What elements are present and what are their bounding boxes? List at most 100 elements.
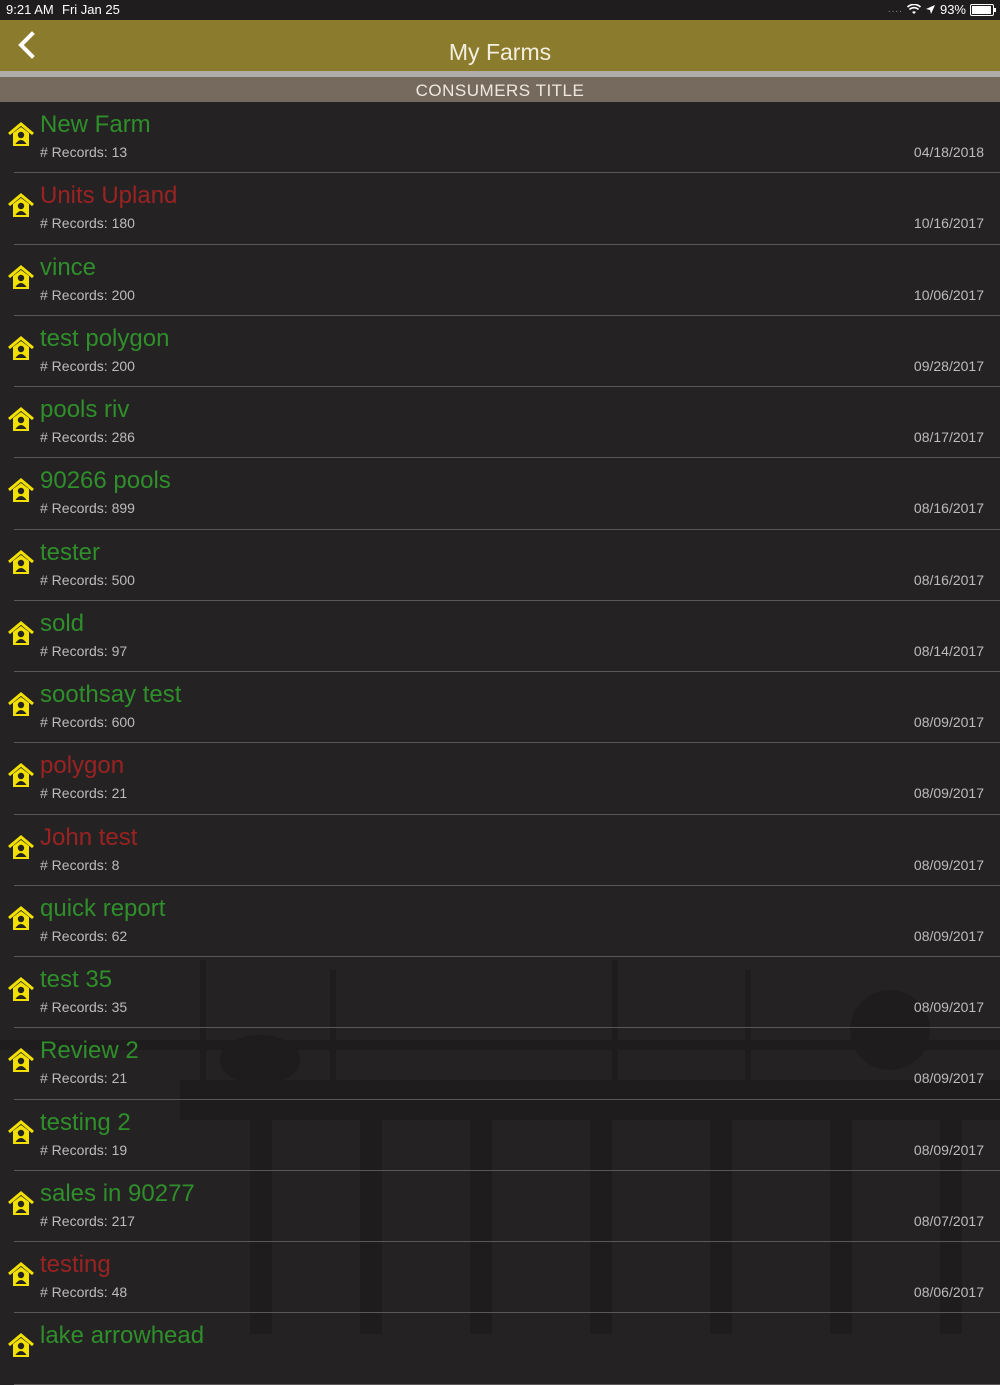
farm-name: sold: [40, 609, 85, 637]
farm-date: 08/16/2017: [913, 571, 984, 588]
farm-record-count: # Records: 200: [40, 286, 135, 303]
home-person-icon: [8, 478, 34, 503]
farm-record-count: # Records: 13: [40, 144, 128, 160]
farm-date: 08/09/2017: [913, 714, 984, 730]
status-time: 9:21 AM: [6, 2, 54, 17]
farm-date: 08/09/2017: [913, 785, 984, 802]
farm-record-count: # Records: 180: [40, 215, 135, 232]
farm-name: testing: [40, 1251, 111, 1278]
section-header: CONSUMERS TITLE: [0, 77, 1000, 102]
farm-date: 08/09/2017: [913, 1070, 984, 1087]
farm-record-count: # Records: 200: [40, 357, 135, 374]
home-person-icon: [8, 1333, 34, 1358]
home-person-icon: [8, 1119, 34, 1144]
farm-record-count: # Records: 8: [40, 856, 120, 873]
farm-name: soothsay test: [40, 681, 182, 708]
home-person-icon: [8, 1048, 34, 1073]
home-person-icon: [8, 692, 34, 716]
farm-date: 08/16/2017: [913, 500, 984, 517]
farm-row[interactable]: sold # Records: 97 08/14/2017: [0, 601, 1000, 673]
home-person-icon: [8, 977, 34, 1001]
battery-percent: 93%: [939, 2, 966, 17]
farm-list: New Farm # Records: 13 04/18/2018 Units Upl…: [0, 102, 1000, 1385]
home-person-icon: [8, 905, 34, 930]
battery-icon: [970, 3, 996, 16]
farm-row[interactable]: Units Upland # Records: 180 10/16/2017: [0, 173, 1000, 245]
farm-row[interactable]: testing 2 # Records: 19 08/09/2017: [0, 1100, 1000, 1172]
page-title: My Farms: [448, 39, 552, 65]
farm-row[interactable]: 90266 pools # Records: 899 08/16/2017: [0, 458, 1000, 530]
farm-name: pools riv: [40, 396, 130, 423]
farm-name: Review 2: [40, 1037, 139, 1065]
farm-date: 10/06/2017: [913, 286, 984, 303]
farm-record-count: # Records: 600: [40, 714, 135, 730]
farm-name: tester: [40, 538, 101, 566]
farm-record-count: # Records: 21: [40, 1070, 128, 1087]
farm-record-count: # Records: 286: [40, 429, 135, 445]
farm-record-count: # Records: 97: [40, 642, 128, 659]
farm-name: test 35: [40, 966, 113, 993]
status-date: Fri Jan 25: [62, 2, 120, 17]
status-right: .... 93%: [887, 2, 996, 17]
farm-date: 08/09/2017: [913, 856, 984, 873]
farm-name: John test: [40, 823, 138, 851]
farm-row[interactable]: New Farm # Records: 13 04/18/2018: [0, 102, 1000, 174]
farm-date: 08/06/2017: [913, 1284, 984, 1300]
farm-row[interactable]: quick report # Records: 62 08/09/2017: [0, 886, 1000, 958]
home-person-icon: [8, 834, 34, 859]
farm-record-count: # Records: 35: [40, 999, 128, 1015]
home-person-icon: [8, 122, 34, 146]
farm-row[interactable]: sales in 90277 # Records: 217 08/07/2017: [0, 1171, 1000, 1243]
farm-name: test polygon: [40, 324, 170, 352]
farm-date: 08/09/2017: [913, 927, 984, 944]
navigation-bar: My Farms: [0, 20, 1000, 71]
farm-name: quick report: [40, 894, 166, 922]
home-person-icon: [8, 1190, 34, 1215]
home-person-icon: [8, 264, 34, 289]
farm-row[interactable]: test 35 # Records: 35 08/09/2017: [0, 957, 1000, 1029]
farm-row[interactable]: vince # Records: 200 10/06/2017: [0, 245, 1000, 317]
farm-name: testing 2: [40, 1108, 131, 1136]
farm-name: sales in 90277: [40, 1179, 195, 1207]
farm-row[interactable]: tester # Records: 500 08/16/2017: [0, 530, 1000, 602]
home-person-icon: [8, 335, 34, 360]
farm-row[interactable]: soothsay test # Records: 600 08/09/2017: [0, 672, 1000, 744]
farm-row[interactable]: Review 2 # Records: 21 08/09/2017: [0, 1028, 1000, 1100]
wifi-icon: [906, 4, 921, 14]
cellular-dots-icon: ....: [887, 4, 903, 15]
home-person-icon: [8, 549, 34, 574]
farm-date: 04/18/2018: [913, 144, 984, 160]
farm-row[interactable]: polygon # Records: 21 08/09/2017: [0, 743, 1000, 815]
farm-record-count: # Records: 21: [40, 785, 128, 802]
farm-record-count: # Records: 19: [40, 1141, 128, 1158]
home-person-icon: [8, 193, 34, 218]
farm-name: lake arrowhead: [40, 1322, 205, 1350]
farm-row[interactable]: testing # Records: 48 08/06/2017: [0, 1242, 1000, 1314]
farm-date: 10/16/2017: [913, 215, 984, 232]
farm-row[interactable]: test polygon # Records: 200 09/28/2017: [0, 316, 1000, 388]
farm-name: polygon: [40, 752, 125, 780]
farm-row[interactable]: pools riv # Records: 286 08/17/2017: [0, 387, 1000, 459]
farm-record-count: # Records: 217: [40, 1212, 135, 1229]
farm-record-count: # Records: 500: [40, 571, 135, 588]
home-person-icon: [8, 1262, 34, 1286]
farm-name: Units Upland: [40, 182, 178, 210]
location-arrow-icon: [925, 5, 935, 14]
home-person-icon: [8, 763, 34, 788]
home-person-icon: [8, 407, 34, 431]
farm-date: 08/07/2017: [913, 1212, 984, 1229]
farm-name: 90266 pools: [40, 467, 171, 495]
farm-record-count: # Records: 48: [40, 1284, 128, 1300]
farm-record-count: # Records: 899: [40, 500, 135, 517]
farm-date: 08/09/2017: [913, 1141, 984, 1158]
farm-row[interactable]: lake arrowhead: [0, 1313, 1000, 1385]
farm-name: New Farm: [40, 111, 151, 138]
farm-name: vince: [40, 253, 97, 281]
home-person-icon: [8, 620, 34, 645]
farm-date: 08/09/2017: [913, 999, 984, 1015]
farm-record-count: # Records: 62: [40, 927, 128, 944]
status-bar: 9:21 AM Fri Jan 25 .... 93%: [0, 0, 1000, 20]
farm-date: 09/28/2017: [913, 357, 984, 374]
farm-date: 08/17/2017: [913, 429, 984, 445]
farm-row[interactable]: John test # Records: 8 08/09/2017: [0, 815, 1000, 887]
